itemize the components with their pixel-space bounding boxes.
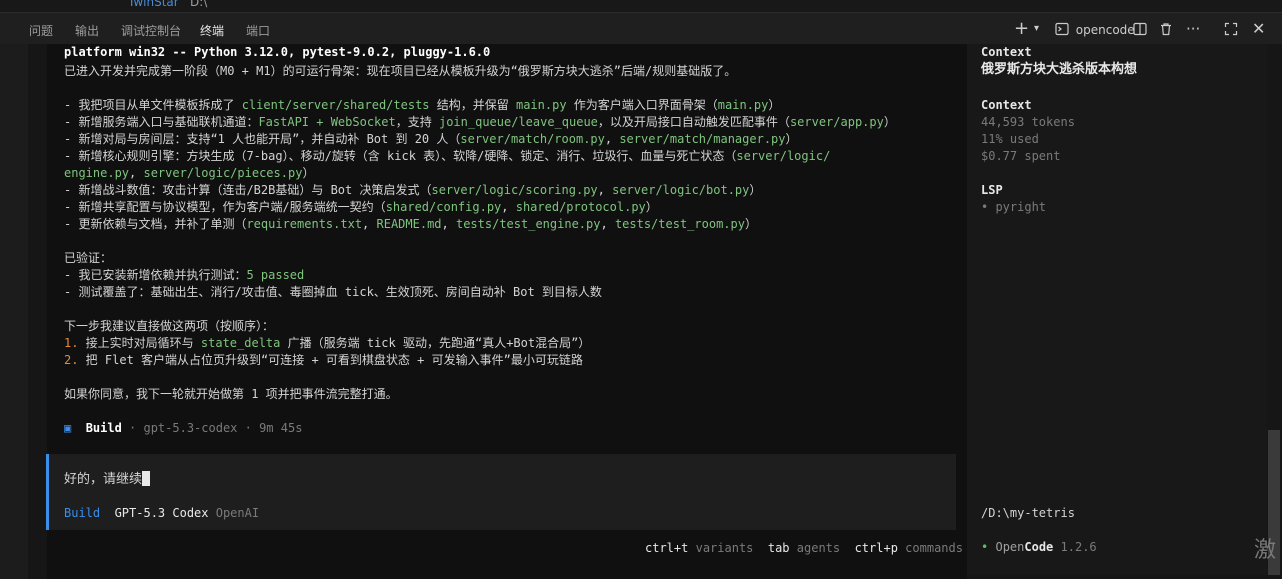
app-version: • OpenCode 1.2.6 bbox=[981, 540, 1097, 554]
terminal-name: opencode bbox=[1075, 23, 1135, 37]
new-terminal-icon[interactable]: + bbox=[1014, 19, 1029, 39]
lsp-item: • pyright bbox=[981, 200, 1047, 214]
verified-title: 已验证： bbox=[64, 251, 113, 265]
session-title: 俄罗斯方块大逃杀版本构想 bbox=[981, 62, 1138, 77]
context-used: 11% used bbox=[981, 132, 1039, 146]
prompt-mode-line: Build GPT-5.3 Codex OpenAI bbox=[64, 505, 259, 522]
chevron-down-icon[interactable]: ▾ bbox=[1034, 19, 1039, 39]
summary-bullet: - 更新依赖与文档，并补了单测（requirements.txt, README… bbox=[64, 217, 757, 231]
summary-bullet-cont: engine.py, server/logic/pieces.py） bbox=[64, 166, 315, 180]
tab-output[interactable]: 输出 bbox=[75, 22, 99, 39]
tab-debug-console[interactable]: 调试控制台 bbox=[121, 22, 181, 39]
summary-bullet: - 新增服务端入口与基础联机通道：FastAPI + WebSocket，支持 … bbox=[64, 115, 896, 129]
maximize-panel-icon[interactable] bbox=[1224, 19, 1238, 39]
summary-bullet: - 我把项目从单文件模板拆成了 client/server/shared/tes… bbox=[64, 98, 781, 112]
top-strip-right: D:\ bbox=[190, 0, 208, 9]
summary-intro: 已进入开发并完成第一阶段（M0 + M1）的可运行骨架：现在项目已经从模板升级为… bbox=[64, 64, 737, 78]
next-step-item: 1. 接上实时对局循环与 state_delta 广播（服务端 tick 驱动，… bbox=[64, 336, 591, 350]
terminal-gutter bbox=[0, 44, 28, 579]
verified-line: - 我已安装新增依赖并执行测试：5 passed bbox=[64, 268, 305, 282]
build-status: ▣ Build · gpt-5.3-codex · 9m 45s bbox=[64, 421, 303, 435]
tab-ports[interactable]: 端口 bbox=[246, 22, 270, 39]
build-icon: ▣ bbox=[64, 421, 72, 435]
sidebar-context-label-2: Context bbox=[981, 98, 1032, 112]
tab-problems[interactable]: 问题 bbox=[29, 22, 53, 39]
terminal-instance[interactable]: opencode bbox=[1055, 19, 1135, 39]
lsp-label: LSP bbox=[981, 183, 1003, 197]
top-strip-left: TwinStar bbox=[128, 0, 179, 9]
terminal-icon bbox=[1055, 22, 1069, 36]
sidebar-context-label: Context bbox=[981, 45, 1032, 59]
split-terminal-icon[interactable] bbox=[1133, 19, 1147, 39]
top-strip: TwinStar D:\ bbox=[0, 0, 1282, 12]
pytest-header-line: platform win32 -- Python 3.12.0, pytest-… bbox=[64, 45, 491, 59]
closing-line: 如果你同意，我下一轮就开始做第 1 项并把事件流完整打通。 bbox=[64, 387, 398, 401]
provider-label: OpenAI bbox=[215, 506, 260, 520]
trash-icon[interactable] bbox=[1159, 19, 1173, 39]
panel-tab-bar: 问题 输出 调试控制台 终端 端口 + ▾ opencode ··· ✕ bbox=[0, 12, 1282, 45]
model-label[interactable]: GPT-5.3 Codex bbox=[115, 506, 209, 520]
prompt-input[interactable]: 好的，请继续 bbox=[64, 471, 151, 488]
summary-bullet: - 新增对局与房间层：支持“1 人也能开局”，并自动补 Bot 到 20 人（s… bbox=[64, 132, 798, 146]
summary-bullet: - 新增共享配置与协议模型，作为客户端/服务端统一契约（shared/confi… bbox=[64, 200, 658, 214]
text-cursor bbox=[142, 471, 151, 486]
context-spent: $0.77 spent bbox=[981, 149, 1061, 163]
summary-bullet: - 新增核心规则引擎：方块生成（7-bag）、移动/旋转（含 kick 表）、软… bbox=[64, 149, 831, 163]
verified-line: - 测试覆盖了：基础出生、消行/攻击值、毒圈掉血 tick、生效顶死、房间自动补… bbox=[64, 285, 602, 299]
next-steps-title: 下一步我建议直接做这两项（按顺序）： bbox=[64, 319, 275, 333]
next-step-item: 2. 把 Flet 客户端从占位页升级到“可连接 + 可看到棋盘状态 + 可发输… bbox=[64, 353, 583, 367]
context-tokens: 44,593 tokens bbox=[981, 115, 1075, 129]
close-panel-icon[interactable]: ✕ bbox=[1252, 19, 1265, 39]
keybind-hints: ctrl+t variants tab agents ctrl+p comman… bbox=[645, 541, 963, 555]
project-path: /D:\my-tetris bbox=[981, 506, 1075, 520]
mode-label[interactable]: Build bbox=[64, 506, 100, 520]
watermark-text: 激 bbox=[1254, 538, 1277, 563]
summary-bullet: - 新增战斗数值：攻击计算（连击/B2B基础）与 Bot 决策启发式（serve… bbox=[64, 183, 762, 197]
tab-terminal[interactable]: 终端 bbox=[200, 22, 225, 45]
more-actions-icon[interactable]: ··· bbox=[1186, 19, 1200, 39]
